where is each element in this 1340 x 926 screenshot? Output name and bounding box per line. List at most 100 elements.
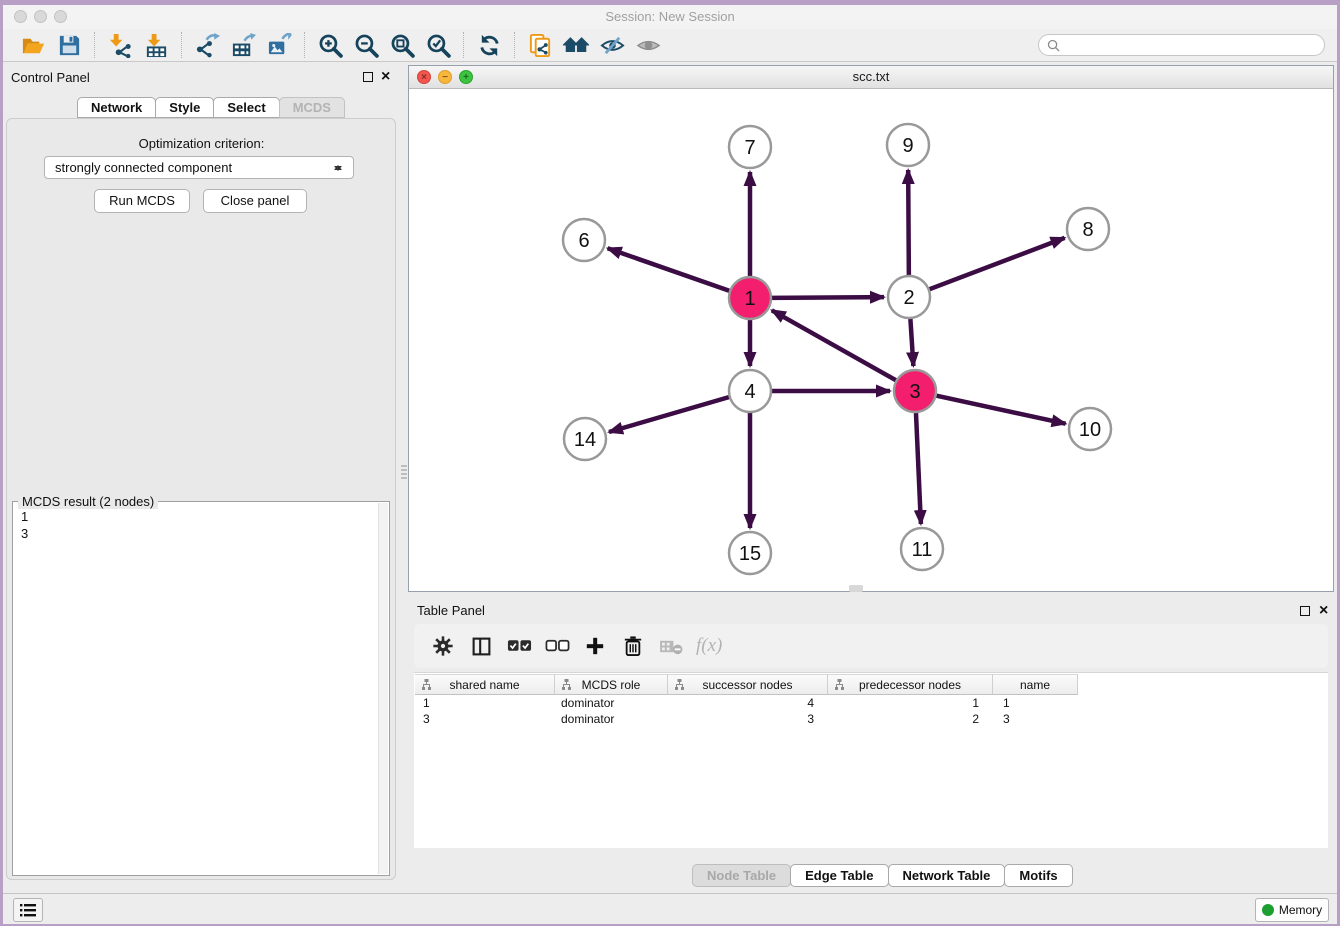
column-header-predecessor-nodes[interactable]: predecessor nodes <box>828 674 993 695</box>
zoom-fit-button[interactable] <box>387 31 417 59</box>
column-header-MCDS-role[interactable]: MCDS role <box>555 674 668 695</box>
export-table-button[interactable] <box>228 31 258 59</box>
window-minimize-button[interactable] <box>34 10 47 23</box>
table-cell[interactable]: 1 <box>415 695 555 711</box>
table-cell[interactable]: 1 <box>828 695 993 711</box>
eye-slash-icon <box>600 33 625 58</box>
tab-edge-table[interactable]: Edge Table <box>790 864 888 887</box>
network-titlebar[interactable]: × − + scc.txt <box>409 66 1333 89</box>
graph-edge-2-9[interactable] <box>908 170 909 275</box>
vertical-splitter[interactable] <box>400 62 408 893</box>
delete-column-button[interactable] <box>618 631 648 661</box>
graph-node-4[interactable]: 4 <box>729 370 771 412</box>
search-box[interactable] <box>1038 34 1325 56</box>
criterion-dropdown[interactable]: strongly connected component <box>44 156 354 179</box>
new-network-from-selection-button[interactable] <box>525 31 555 59</box>
save-session-button[interactable] <box>54 31 84 59</box>
tab-motifs[interactable]: Motifs <box>1004 864 1072 887</box>
import-network-button[interactable] <box>105 31 135 59</box>
open-file-button[interactable] <box>18 31 48 59</box>
graph-edge-1-2[interactable] <box>772 297 884 298</box>
graph-edge-3-11[interactable] <box>916 413 921 524</box>
graph-node-10[interactable]: 10 <box>1069 408 1111 450</box>
mcds-result-text[interactable]: 1 3 <box>15 508 377 873</box>
delete-table-button[interactable] <box>656 631 686 661</box>
tab-style[interactable]: Style <box>155 97 214 118</box>
graph-edge-2-3[interactable] <box>910 319 913 366</box>
table-cell[interactable]: 1 <box>993 695 1078 711</box>
graph-node-1[interactable]: 1 <box>729 277 771 319</box>
network-window: × − + scc.txt 7 9 6 8 1 2 4 3 14 10 15 11 <box>408 65 1334 592</box>
export-image-button[interactable] <box>264 31 294 59</box>
network-close-button[interactable]: × <box>417 70 431 84</box>
network-minimize-button[interactable]: − <box>438 70 452 84</box>
graph-node-15[interactable]: 15 <box>729 532 771 574</box>
result-scrollbar[interactable] <box>378 503 388 874</box>
table-cell[interactable]: 2 <box>828 711 993 727</box>
add-column-button[interactable] <box>580 631 610 661</box>
deselect-all-checkboxes-button[interactable] <box>542 631 572 661</box>
close-panel-icon[interactable]: × <box>381 71 390 83</box>
graph-edge-2-8[interactable] <box>930 238 1065 289</box>
window-zoom-button[interactable] <box>54 10 67 23</box>
splitter-grip[interactable] <box>401 465 407 479</box>
float-table-panel-icon[interactable] <box>1300 606 1310 616</box>
memory-label: Memory <box>1279 903 1322 917</box>
import-table-button[interactable] <box>141 31 171 59</box>
graph-edge-4-14[interactable] <box>609 397 729 432</box>
table-settings-button[interactable] <box>428 631 458 661</box>
export-network-button[interactable] <box>192 31 222 59</box>
graph-node-11[interactable]: 11 <box>901 528 943 570</box>
table-cell[interactable]: 3 <box>415 711 555 727</box>
zoom-in-button[interactable] <box>315 31 345 59</box>
table-cell[interactable]: 3 <box>993 711 1078 727</box>
column-layout-button[interactable] <box>466 631 496 661</box>
graph-node-14[interactable]: 14 <box>564 418 606 460</box>
graph-edge-3-10[interactable] <box>936 396 1065 424</box>
tab-node-table[interactable]: Node Table <box>692 864 791 887</box>
tab-select[interactable]: Select <box>213 97 279 118</box>
memory-button[interactable]: Memory <box>1255 898 1329 922</box>
column-header-shared-name[interactable]: shared name <box>415 674 555 695</box>
select-all-checkboxes-button[interactable] <box>504 631 534 661</box>
run-mcds-button[interactable]: Run MCDS <box>94 189 190 213</box>
graph-node-3[interactable]: 3 <box>894 370 936 412</box>
graph-edge-1-6[interactable] <box>608 248 730 290</box>
graph-node-8[interactable]: 8 <box>1067 208 1109 250</box>
close-table-panel-icon[interactable]: × <box>1319 605 1328 617</box>
search-input[interactable] <box>1065 38 1315 52</box>
function-builder-button[interactable]: f(x) <box>694 631 722 661</box>
table-cell[interactable]: 3 <box>668 711 828 727</box>
tab-mcds[interactable]: MCDS <box>279 97 345 118</box>
table-cell[interactable]: dominator <box>555 711 668 727</box>
memory-status-icon <box>1262 904 1274 916</box>
table-cell[interactable]: 4 <box>668 695 828 711</box>
column-header-successor-nodes[interactable]: successor nodes <box>668 674 828 695</box>
first-neighbors-button[interactable] <box>561 31 591 59</box>
graph-edge-3-1[interactable] <box>772 310 896 380</box>
show-all-button[interactable] <box>633 31 663 59</box>
graph-node-9[interactable]: 9 <box>887 124 929 166</box>
hide-selected-button[interactable] <box>597 31 627 59</box>
table-cell[interactable]: dominator <box>555 695 668 711</box>
window-close-button[interactable] <box>14 10 27 23</box>
horizontal-splitter-grip[interactable] <box>849 585 863 592</box>
zoom-selected-button[interactable] <box>423 31 453 59</box>
search-icon <box>1047 39 1060 52</box>
table-row[interactable]: 3dominator323 <box>415 711 1078 727</box>
close-panel-button[interactable]: Close panel <box>203 189 307 213</box>
zoom-out-button[interactable] <box>351 31 381 59</box>
graph-node-7[interactable]: 7 <box>729 126 771 168</box>
graph-node-6[interactable]: 6 <box>563 219 605 261</box>
float-panel-icon[interactable] <box>363 72 373 82</box>
tab-network-table[interactable]: Network Table <box>888 864 1006 887</box>
table-row[interactable]: 1dominator411 <box>415 695 1078 711</box>
task-history-button[interactable] <box>13 898 43 922</box>
export-network-icon <box>195 33 220 58</box>
tab-network[interactable]: Network <box>77 97 156 118</box>
network-canvas[interactable]: 7 9 6 8 1 2 4 3 14 10 15 11 <box>409 89 1333 591</box>
graph-node-2[interactable]: 2 <box>888 276 930 318</box>
network-maximize-button[interactable]: + <box>459 70 473 84</box>
refresh-layout-button[interactable] <box>474 31 504 59</box>
column-header-name[interactable]: name <box>993 674 1078 695</box>
